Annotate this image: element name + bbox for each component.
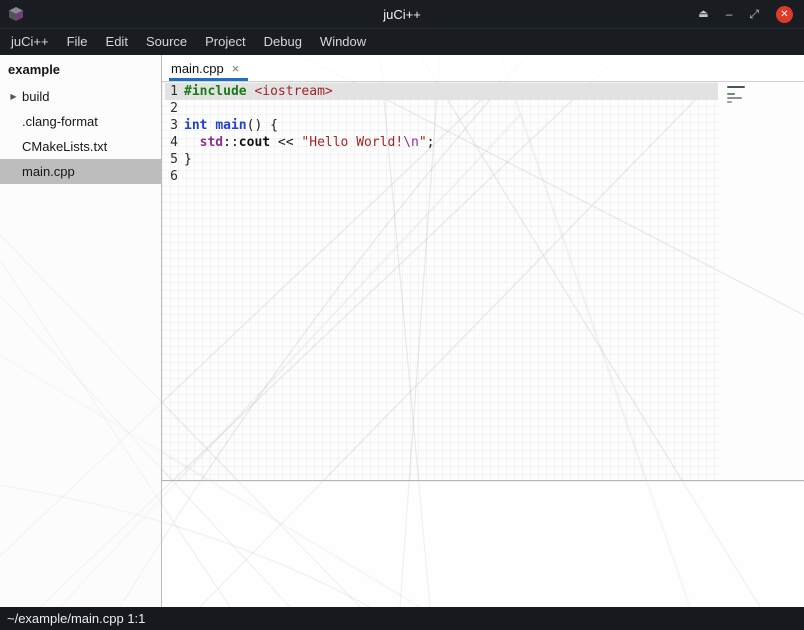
shade-icon[interactable]: ⏏ (698, 9, 708, 20)
code-token: cout (239, 135, 270, 150)
code-text: #include <iostream> (178, 83, 333, 100)
sidebar-item-clang-format[interactable]: .clang-format (0, 109, 161, 134)
window-controls: ⏏ – ⤢ ✕ (698, 6, 804, 23)
code-line[interactable]: 6 (165, 168, 718, 185)
line-number: 3 (165, 117, 178, 134)
tree-item-label: main.cpp (22, 164, 75, 179)
code-token: ; (427, 135, 435, 150)
code-text: int main() { (178, 117, 278, 134)
code-editor[interactable]: 1#include <iostream>23int main() {4 std:… (162, 82, 804, 481)
code-token: () { (247, 118, 278, 133)
tabbar: main.cpp × (162, 55, 804, 82)
line-number: 4 (165, 134, 178, 151)
tab-main-cpp[interactable]: main.cpp × (169, 55, 248, 81)
sidebar-item-build[interactable]: ▶build (0, 84, 161, 109)
maximize-icon[interactable]: ⤢ (749, 8, 759, 20)
code-token: main (215, 118, 246, 133)
line-number: 5 (165, 151, 178, 168)
line-number: 2 (165, 100, 178, 117)
chevron-right-icon[interactable]: ▶ (5, 92, 22, 101)
code-text (178, 168, 184, 185)
code-line[interactable]: 4 std::cout << "Hello World!\n"; (165, 134, 718, 151)
line-number: 1 (165, 83, 178, 100)
code-text (178, 100, 184, 117)
menu-item-source[interactable]: Source (137, 29, 196, 55)
code-text: } (178, 151, 192, 168)
code-token (184, 135, 200, 150)
code-token: <iostream> (254, 84, 332, 99)
code-text: std::cout << "Hello World!\n"; (178, 134, 434, 151)
code-token: int (184, 118, 207, 133)
window-title: juCi++ (0, 7, 804, 22)
menu-item-edit[interactable]: Edit (97, 29, 137, 55)
code-token: \n (403, 135, 419, 150)
tab-close-icon[interactable]: × (232, 61, 240, 76)
code-lines[interactable]: 1#include <iostream>23int main() {4 std:… (162, 82, 718, 480)
sidebar-item-main-cpp[interactable]: main.cpp (0, 159, 161, 184)
code-line[interactable]: 3int main() { (165, 117, 718, 134)
terminal-panel[interactable] (162, 481, 804, 607)
code-token: :: (223, 135, 239, 150)
tree-item-label: build (22, 89, 49, 104)
status-file-position: ~/example/main.cpp 1:1 (7, 611, 145, 626)
minimap-mark (727, 97, 742, 99)
minimize-icon[interactable]: – (726, 8, 733, 20)
code-line[interactable]: 1#include <iostream> (165, 83, 718, 100)
menubar: juCi++FileEditSourceProjectDebugWindow (0, 28, 804, 55)
statusbar: ~/example/main.cpp 1:1 (0, 607, 804, 630)
code-token: } (184, 152, 192, 167)
menu-item-window[interactable]: Window (311, 29, 375, 55)
tab-label: main.cpp (171, 61, 224, 76)
sidebar-tree: ▶build .clang-format CMakeLists.txt main.cp… (0, 84, 161, 184)
code-token: #include (184, 84, 247, 99)
code-line[interactable]: 5} (165, 151, 718, 168)
menu-item-juci[interactable]: juCi++ (2, 29, 58, 55)
minimap-mark (727, 93, 735, 95)
code-token: " (419, 135, 427, 150)
minimap-mark (727, 101, 732, 103)
app-icon (7, 6, 25, 22)
line-number: 6 (165, 168, 178, 185)
file-tree-panel: example ▶build .clang-format CMakeLists.tx… (0, 55, 162, 607)
menu-item-file[interactable]: File (58, 29, 97, 55)
app-window: juCi++ ⏏ – ⤢ ✕ juCi++FileEditSourceProje… (0, 0, 804, 630)
sidebar-item-cmakelists-txt[interactable]: CMakeLists.txt (0, 134, 161, 159)
menu-item-debug[interactable]: Debug (255, 29, 311, 55)
code-line[interactable]: 2 (165, 100, 718, 117)
tree-item-label: .clang-format (22, 114, 98, 129)
menu-item-project[interactable]: Project (196, 29, 254, 55)
project-root-label: example (0, 55, 161, 84)
minimap (727, 86, 745, 103)
close-icon[interactable]: ✕ (776, 6, 793, 23)
tree-item-label: CMakeLists.txt (22, 139, 107, 154)
code-token: std (200, 135, 223, 150)
content-area: example ▶build .clang-format CMakeLists.tx… (0, 55, 804, 607)
minimap-mark (727, 86, 745, 88)
main-panel: main.cpp × 1#include <iostream>23int mai… (162, 55, 804, 607)
code-token: "Hello World! (301, 135, 403, 150)
editor-overview (718, 82, 804, 480)
titlebar[interactable]: juCi++ ⏏ – ⤢ ✕ (0, 0, 804, 28)
code-token: << (270, 135, 301, 150)
